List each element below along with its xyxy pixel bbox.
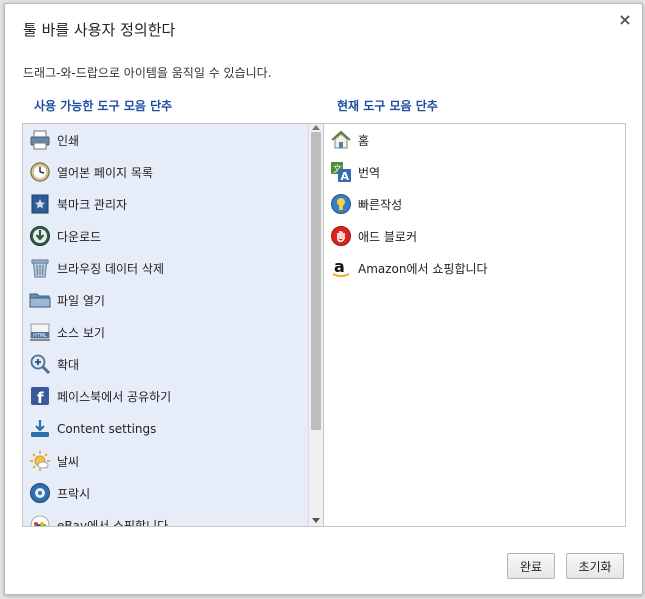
available-item-view-source[interactable]: HTML 소스 보기 [29,317,105,347]
available-item-label: 확대 [57,357,80,372]
available-item-print[interactable]: 인쇄 [29,125,79,155]
content-download-icon [29,418,51,440]
current-item-label: 애드 블로커 [358,229,418,244]
html-source-icon: HTML [29,321,51,343]
folder-icon [29,289,51,311]
customize-toolbar-dialog: 툴 바를 사용자 정의한다 × 드래그-와-드랍으로 아이템을 움직일 수 있습… [4,3,643,595]
available-item-label: 브라우징 데이터 삭제 [57,261,164,276]
current-item-quick-write[interactable]: 빠른작성 [330,189,402,219]
scrollbar-thumb[interactable] [311,132,321,430]
instruction-text: 드래그-와-드랍으로 아이템을 움직일 수 있습니다. [23,66,272,80]
current-item-translate[interactable]: 文 A 번역 [330,157,380,187]
amazon-icon: a [330,257,352,279]
current-item-label: 홈 [358,133,370,148]
current-buttons-list[interactable]: 홈 文 A 번역 빠른작성 애드 블로커 a Amazon에서 쇼핑합니다 [323,123,626,527]
available-item-ebay[interactable]: eBay에서 쇼핑합니다 [29,510,169,527]
current-item-label: 번역 [358,165,381,180]
translate-icon: 文 A [330,161,352,183]
current-item-label: Amazon에서 쇼핑합니다 [358,261,488,276]
proxy-icon [29,482,51,504]
available-item-clear-data[interactable]: 브라우징 데이터 삭제 [29,253,164,283]
current-item-ad-blocker[interactable]: 애드 블로커 [330,221,417,251]
svg-text:f: f [37,389,44,407]
available-item-label: 인쇄 [57,133,80,148]
available-item-label: 소스 보기 [57,325,105,340]
current-item-amazon[interactable]: a Amazon에서 쇼핑합니다 [330,253,488,283]
current-item-home[interactable]: 홈 [330,125,369,155]
download-icon [29,225,51,247]
facebook-icon: f [29,385,51,407]
available-item-label: eBay에서 쇼핑합니다 [57,518,169,527]
available-item-zoom[interactable]: 확대 [29,349,79,379]
available-item-label: 북마크 관리자 [57,197,128,212]
available-item-open-file[interactable]: 파일 열기 [29,285,105,315]
available-item-content-settings[interactable]: Content settings [29,414,156,444]
clock-icon [29,161,51,183]
reset-button[interactable]: 초기화 [566,553,624,579]
available-item-bookmarks[interactable]: 북마크 관리자 [29,189,127,219]
printer-icon [29,129,51,151]
available-item-downloads[interactable]: 다운로드 [29,221,101,251]
scroll-down-icon[interactable] [312,518,320,523]
current-item-label: 빠른작성 [358,197,403,212]
available-item-label: Content settings [57,422,157,436]
zoom-in-icon [29,353,51,375]
home-icon [330,129,352,151]
available-item-history[interactable]: 열어본 페이지 목록 [29,157,153,187]
quick-write-icon [330,193,352,215]
available-item-proxy[interactable]: 프락시 [29,478,90,508]
available-item-label: 프락시 [57,486,91,501]
svg-text:HTML: HTML [33,333,47,339]
available-item-label: 날씨 [57,454,80,469]
scroll-up-icon[interactable] [312,125,320,130]
available-buttons-list[interactable]: 인쇄 열어본 페이지 목록 북마크 관리자 다운로드 브라우징 데이터 삭제 파… [22,123,324,527]
svg-text:a: a [334,257,345,276]
ebay-icon [29,514,51,526]
svg-text:A: A [341,170,350,183]
close-icon[interactable]: × [617,10,633,29]
available-item-label: 열어본 페이지 목록 [57,165,153,180]
available-list-scrollbar[interactable] [308,124,323,526]
done-button[interactable]: 완료 [507,553,555,579]
available-item-label: 파일 열기 [57,293,105,308]
current-buttons-header: 현재 도구 모음 단추 [337,99,438,113]
available-buttons-header: 사용 가능한 도구 모음 단추 [34,99,173,113]
available-item-facebook[interactable]: f 페이스북에서 공유하기 [29,381,171,411]
available-item-weather[interactable]: 날씨 [29,446,79,476]
weather-sun-icon [29,450,51,472]
available-item-label: 페이스북에서 공유하기 [57,389,172,404]
available-item-label: 다운로드 [57,229,102,244]
ad-blocker-icon [330,225,352,247]
trash-icon [29,257,51,279]
bookmark-star-icon [29,193,51,215]
dialog-title: 툴 바를 사용자 정의한다 [23,21,176,39]
